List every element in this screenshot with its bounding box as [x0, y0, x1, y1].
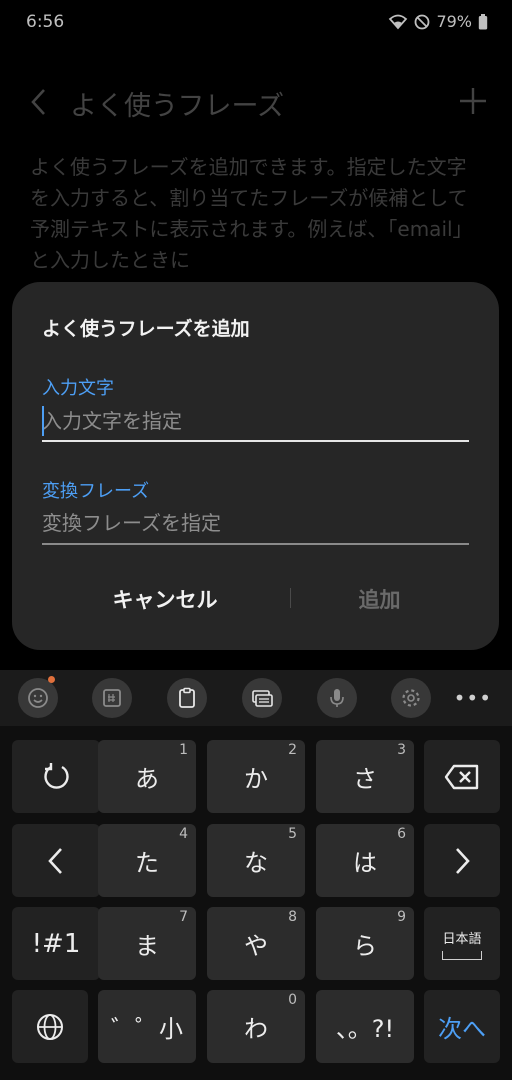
more-options-icon[interactable]: •••: [454, 686, 492, 710]
phrase-field[interactable]: [42, 504, 469, 542]
key-ya[interactable]: や8: [207, 907, 305, 980]
key-ma[interactable]: ま7: [98, 907, 196, 980]
cancel-button[interactable]: キャンセル: [60, 580, 270, 620]
settings-button[interactable]: [391, 678, 431, 718]
backspace-icon: [444, 764, 479, 789]
add-phrase-dialog: よく使うフレーズを追加 入力文字 変換フレーズ キャンセル 追加: [12, 282, 499, 650]
button-divider: [290, 588, 291, 608]
chevron-left-icon: [48, 847, 62, 874]
keyboard-mode-icon: [252, 690, 273, 707]
globe-icon: [37, 1013, 63, 1040]
dialog-title: よく使うフレーズを追加: [42, 318, 250, 340]
undo-icon: [44, 762, 69, 789]
gear-icon: [402, 689, 420, 707]
cursor-left-key[interactable]: [12, 824, 100, 897]
dakuten-key[interactable]: ゛゜小: [98, 990, 196, 1063]
emoji-button[interactable]: [18, 676, 58, 718]
notification-dot: [48, 676, 55, 683]
symbols-key[interactable]: !#1: [12, 907, 100, 980]
key-ra[interactable]: ら9: [316, 907, 414, 980]
backspace-key[interactable]: [424, 740, 500, 813]
clipboard-icon: [179, 687, 195, 708]
input-chars-field[interactable]: [42, 402, 469, 440]
input-chars-label: 入力文字: [42, 378, 114, 399]
phrase-label: 変換フレーズ: [42, 481, 150, 502]
keyboard-toolbar: •••: [0, 670, 512, 726]
emoji-icon: [28, 688, 48, 708]
phrase-underline: [42, 543, 469, 545]
language-key[interactable]: [12, 990, 88, 1063]
key-ta[interactable]: た4: [98, 824, 196, 897]
add-button[interactable]: 追加: [302, 580, 457, 620]
sticker-icon: [103, 689, 121, 707]
clipboard-button[interactable]: [167, 678, 207, 718]
key-na[interactable]: な5: [207, 824, 305, 897]
key-sa[interactable]: さ3: [316, 740, 414, 813]
key-ha[interactable]: は6: [316, 824, 414, 897]
chevron-right-icon: [456, 847, 470, 874]
keyboard-mode-button[interactable]: [242, 678, 282, 718]
text-caret: [42, 406, 44, 436]
voice-input-button[interactable]: [317, 678, 357, 718]
sticker-button[interactable]: [92, 678, 132, 718]
key-ka[interactable]: か2: [207, 740, 305, 813]
next-key[interactable]: 次へ: [424, 990, 500, 1063]
punctuation-key[interactable]: 、。?!: [316, 990, 414, 1063]
cursor-right-key[interactable]: [424, 824, 500, 897]
input-chars-underline: [42, 440, 469, 442]
undo-key[interactable]: [12, 740, 100, 813]
key-a[interactable]: あ1: [98, 740, 196, 813]
keyboard: ••• あ1 か2 さ3 た4 な5 は6 !#1 ま7 や8 ら9 日本語 ゛…: [0, 670, 512, 1080]
mic-icon: [330, 689, 344, 707]
space-icon: [442, 950, 482, 960]
key-wa[interactable]: わ0: [207, 990, 305, 1063]
japanese-space-key[interactable]: 日本語: [424, 907, 500, 980]
